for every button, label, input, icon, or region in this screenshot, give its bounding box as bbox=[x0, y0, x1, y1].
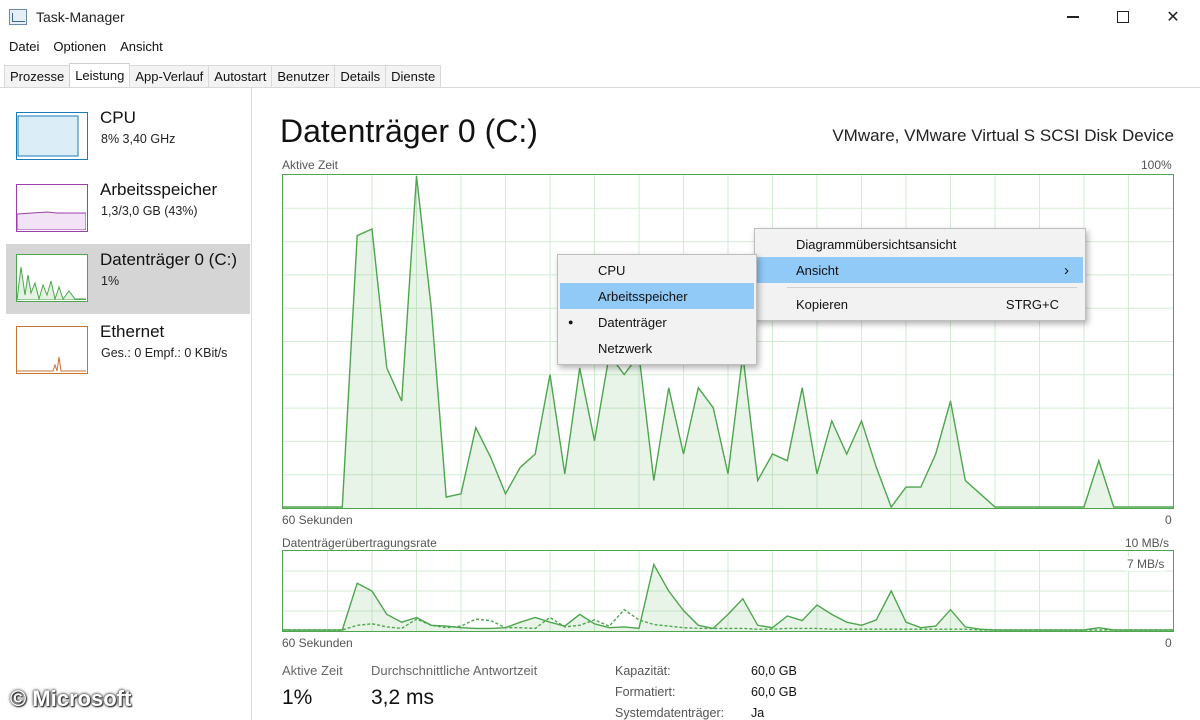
sidebar-item-label: Datenträger 0 (C:) bbox=[100, 250, 237, 269]
menu-datei[interactable]: Datei bbox=[0, 36, 44, 58]
transfer-rate-chart[interactable] bbox=[282, 550, 1174, 632]
capacity-label: Kapazität: bbox=[615, 664, 671, 678]
sidebar-item-label: CPU bbox=[100, 108, 136, 127]
chart-min-label: 0 bbox=[1165, 513, 1172, 527]
close-button[interactable]: ✕ bbox=[1148, 0, 1198, 34]
tab-strip: Prozesse Leistung App-Verlauf Autostart … bbox=[4, 63, 442, 87]
sidebar-item-sub: 1% bbox=[101, 274, 120, 288]
sidebar-item-sub: 1,3/3,0 GB (43%) bbox=[101, 204, 198, 218]
tab-benutzer[interactable]: Benutzer bbox=[271, 65, 336, 87]
minimize-button[interactable] bbox=[1048, 0, 1098, 34]
window-title: Task-Manager bbox=[36, 9, 125, 25]
copyright-watermark: © Microsoft bbox=[10, 686, 132, 711]
system-disk-label: Systemdatenträger: bbox=[615, 706, 725, 720]
chart-min-label: 0 bbox=[1165, 636, 1172, 650]
shortcut-label: STRG+C bbox=[1005, 296, 1059, 312]
chart-secondary-max: 7 MB/s bbox=[1125, 557, 1167, 571]
menu-separator bbox=[787, 287, 1077, 288]
menu-optionen[interactable]: Optionen bbox=[44, 36, 111, 58]
selected-bullet-icon: ● bbox=[568, 317, 574, 327]
task-manager-icon bbox=[9, 9, 27, 25]
menu-item-label: Datenträger bbox=[598, 314, 667, 330]
maximize-button[interactable] bbox=[1098, 0, 1148, 34]
active-time-label: Aktive Zeit bbox=[282, 663, 343, 678]
active-time-value: 1% bbox=[282, 686, 313, 709]
minimize-icon bbox=[1067, 16, 1079, 18]
menu-ansicht[interactable]: Ansicht bbox=[111, 36, 168, 58]
sidebar-item-label: Ethernet bbox=[100, 322, 165, 341]
menu-item-copy[interactable]: Kopieren STRG+C bbox=[757, 291, 1083, 317]
response-time-label: Durchschnittliche Antwortzeit bbox=[371, 663, 538, 678]
chart-max-label: 100% bbox=[1141, 158, 1172, 172]
view-submenu: CPU Arbeitsspeicher ● Datenträger Netzwe… bbox=[557, 254, 757, 365]
close-icon: ✕ bbox=[1166, 9, 1180, 26]
title-bar: Task-Manager ✕ bbox=[0, 0, 1200, 34]
ethernet-thumbnail bbox=[16, 326, 88, 374]
chart-y-label: Datenträgerübertragungsrate bbox=[282, 536, 437, 550]
response-time-value: 3,2 ms bbox=[371, 686, 435, 709]
tab-app-verlauf[interactable]: App-Verlauf bbox=[129, 65, 210, 87]
capacity-value: 60,0 GB bbox=[751, 664, 797, 678]
chart-max-label: 10 MB/s bbox=[1125, 536, 1170, 550]
chart-time-label: 60 Sekunden bbox=[282, 513, 353, 527]
tab-dienste[interactable]: Dienste bbox=[385, 65, 442, 87]
formatted-label: Formatiert: bbox=[615, 685, 676, 699]
menu-bar: Datei Optionen Ansicht bbox=[0, 36, 168, 58]
cpu-thumbnail bbox=[16, 112, 88, 160]
resource-sidebar: CPU 8% 3,40 GHz Arbeitsspeicher 1,3/3,0 … bbox=[0, 88, 252, 720]
chevron-right-icon: › bbox=[1064, 261, 1069, 279]
menu-item-label: Kopieren bbox=[796, 296, 849, 312]
submenu-item-network[interactable]: Netzwerk bbox=[560, 335, 754, 361]
chart-svg bbox=[283, 551, 1173, 631]
tab-autostart[interactable]: Autostart bbox=[208, 65, 273, 87]
formatted-value: 60,0 GB bbox=[751, 685, 797, 699]
sidebar-item-ethernet[interactable]: Ethernet Ges.: 0 Empf.: 0 KBit/s bbox=[6, 316, 250, 386]
menu-item-summary-view[interactable]: Diagrammübersichtsansicht bbox=[757, 231, 1083, 257]
menu-item-label: Ansicht bbox=[796, 262, 839, 278]
sidebar-item-label: Arbeitsspeicher bbox=[100, 180, 218, 199]
sidebar-item-sub: Ges.: 0 Empf.: 0 KBit/s bbox=[101, 346, 228, 360]
tab-details[interactable]: Details bbox=[334, 65, 387, 87]
sidebar-item-sub: 8% 3,40 GHz bbox=[101, 132, 176, 146]
submenu-item-cpu[interactable]: CPU bbox=[560, 257, 754, 283]
tab-prozesse[interactable]: Prozesse bbox=[4, 65, 71, 87]
page-title: Datenträger 0 (C:) bbox=[280, 113, 538, 149]
tab-leistung[interactable]: Leistung bbox=[69, 63, 131, 87]
chart-context-menu: Diagrammübersichtsansicht Ansicht › Kopi… bbox=[754, 228, 1086, 321]
chart-y-label: Aktive Zeit bbox=[282, 158, 339, 172]
sidebar-item-memory[interactable]: Arbeitsspeicher 1,3/3,0 GB (43%) bbox=[6, 174, 250, 244]
menu-item-view[interactable]: Ansicht › bbox=[757, 257, 1083, 283]
system-disk-value: Ja bbox=[751, 706, 765, 720]
submenu-item-disk[interactable]: ● Datenträger bbox=[560, 309, 754, 335]
device-name: VMware, VMware Virtual S SCSI Disk Devic… bbox=[832, 126, 1174, 145]
chart-time-label: 60 Sekunden bbox=[282, 636, 353, 650]
memory-thumbnail bbox=[16, 184, 88, 232]
disk-thumbnail bbox=[16, 254, 88, 302]
submenu-item-memory[interactable]: Arbeitsspeicher bbox=[560, 283, 754, 309]
sidebar-item-disk[interactable]: Datenträger 0 (C:) 1% bbox=[6, 244, 250, 314]
maximize-icon bbox=[1117, 11, 1129, 23]
sidebar-item-cpu[interactable]: CPU 8% 3,40 GHz bbox=[6, 102, 250, 172]
